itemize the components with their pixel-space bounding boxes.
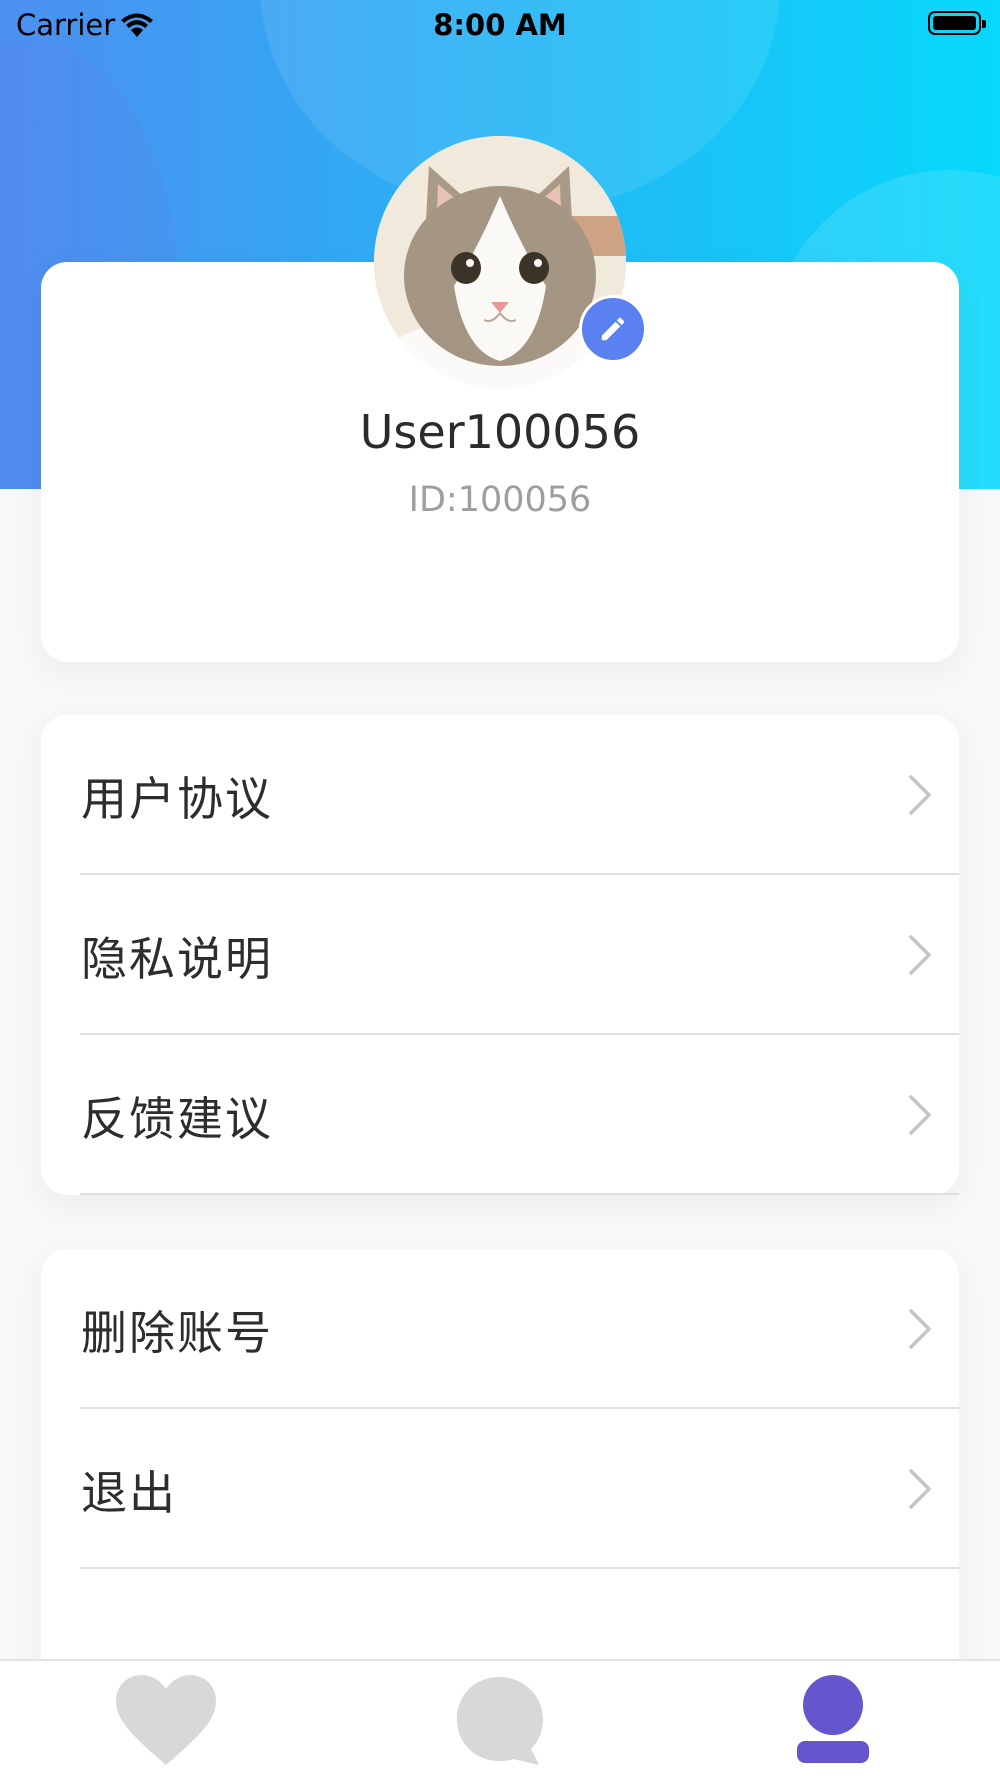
chevron-right-icon xyxy=(907,1093,933,1141)
status-time: 8:00 AM xyxy=(433,8,567,42)
username: User100056 xyxy=(359,405,641,459)
menu-item-delete-account[interactable]: 删除账号 xyxy=(41,1249,959,1409)
menu-item-label: 反馈建议 xyxy=(81,1092,273,1146)
profile-icon xyxy=(797,1675,869,1763)
heart-icon xyxy=(116,1675,216,1765)
menu-item-label: 退出 xyxy=(81,1466,177,1520)
divider xyxy=(80,1193,959,1195)
battery-icon xyxy=(928,11,986,35)
menu-item-logout[interactable]: 退出 xyxy=(41,1409,959,1569)
tab-bar xyxy=(0,1659,1000,1778)
tab-profile[interactable] xyxy=(795,1675,871,1771)
menu-item-user-agreement[interactable]: 用户协议 xyxy=(41,715,959,875)
tab-favorites[interactable] xyxy=(114,1675,218,1771)
tab-messages[interactable] xyxy=(455,1675,547,1771)
menu-item-feedback[interactable]: 反馈建议 xyxy=(41,1035,959,1195)
chevron-right-icon xyxy=(907,933,933,981)
menu-item-label: 隐私说明 xyxy=(81,932,273,986)
chat-bubble-icon xyxy=(457,1677,543,1765)
divider xyxy=(80,1567,959,1569)
menu-item-privacy-policy[interactable]: 隐私说明 xyxy=(41,875,959,1035)
edit-avatar-button[interactable] xyxy=(579,295,647,363)
pencil-icon xyxy=(601,317,625,341)
chevron-right-icon xyxy=(907,773,933,821)
menu-group-account: 删除账号 退出 xyxy=(41,1249,959,1729)
chevron-right-icon xyxy=(907,1307,933,1355)
status-bar: Carrier 8:00 AM xyxy=(0,0,1000,50)
menu-group-info: 用户协议 隐私说明 反馈建议 xyxy=(41,715,959,1195)
menu-item-label: 删除账号 xyxy=(81,1306,273,1360)
menu-item-label: 用户协议 xyxy=(81,772,273,826)
user-id: ID:100056 xyxy=(408,480,592,520)
chevron-right-icon xyxy=(907,1467,933,1515)
